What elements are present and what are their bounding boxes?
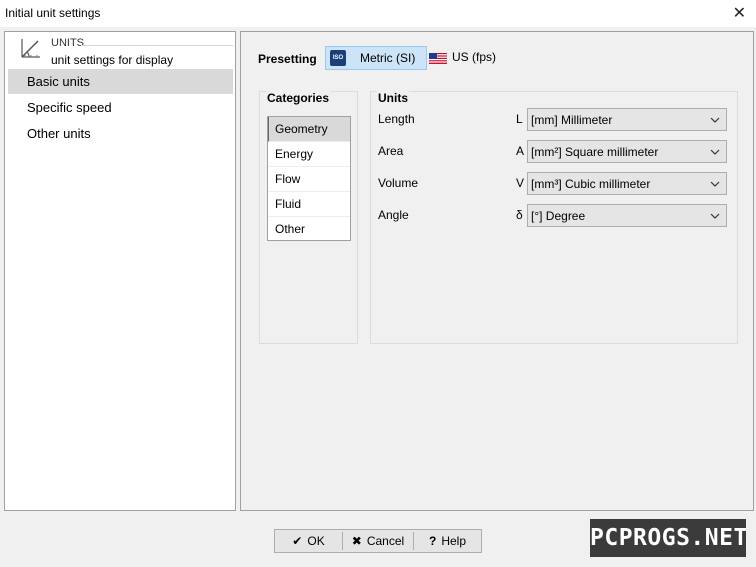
units-title: Units	[377, 91, 409, 105]
unit-symbol: δ	[516, 208, 523, 222]
cancel-button-label: Cancel	[366, 534, 405, 548]
chevron-down-icon	[710, 117, 720, 123]
nav-header: UNITS unit settings for display	[19, 35, 233, 69]
angle-unit-value: [°] Degree	[531, 209, 586, 223]
nav-header-title: UNITS	[51, 37, 84, 49]
cross-icon: ✖	[351, 534, 362, 548]
nav-header-subtitle: unit settings for display	[51, 53, 174, 67]
metric-preset-label: Metric (SI)	[360, 51, 416, 65]
unit-symbol: A	[516, 144, 525, 158]
categories-title: Categories	[266, 91, 331, 105]
title-bar: Initial unit settings ✕	[0, 0, 756, 27]
unit-symbol: L	[516, 112, 523, 126]
chevron-down-icon	[710, 213, 720, 219]
volume-unit-value: [mm³] Cubic millimeter	[531, 177, 651, 191]
cancel-button[interactable]: ✖ Cancel	[343, 530, 413, 552]
unit-label: Angle	[378, 208, 409, 222]
metric-preset-button[interactable]: ISO Metric (SI)	[325, 46, 427, 70]
chevron-down-icon	[710, 181, 720, 187]
help-button-label: Help	[441, 534, 467, 548]
presetting-label: Presetting	[258, 52, 317, 66]
checkmark-icon: ✔	[292, 534, 303, 548]
chevron-down-icon	[710, 149, 720, 155]
nav-item-other-units[interactable]: Other units	[8, 121, 233, 146]
angle-unit-select[interactable]: [°] Degree	[527, 204, 727, 227]
category-fluid[interactable]: Fluid	[268, 192, 350, 217]
unit-row-length: Length L [mm] Millimeter	[371, 108, 731, 132]
volume-unit-select[interactable]: [mm³] Cubic millimeter	[527, 172, 727, 195]
navigation-panel: UNITS unit settings for display Basic un…	[4, 31, 236, 511]
window-title: Initial unit settings	[5, 6, 101, 20]
category-energy[interactable]: Energy	[268, 142, 350, 167]
unit-label: Volume	[378, 176, 419, 190]
nav-header-divider	[81, 45, 233, 46]
unit-label: Length	[378, 112, 415, 126]
us-flag-icon	[429, 53, 447, 64]
dialog-button-bar: ✔ OK ✖ Cancel ? Help	[274, 529, 482, 553]
area-unit-select[interactable]: [mm²] Square millimeter	[527, 140, 727, 163]
units-icon	[21, 39, 40, 58]
category-geometry[interactable]: Geometry	[268, 117, 350, 142]
length-unit-select[interactable]: [mm] Millimeter	[527, 108, 727, 131]
categories-group: Categories Geometry Energy Flow Fluid Ot…	[259, 91, 358, 344]
nav-item-basic-units[interactable]: Basic units	[8, 69, 233, 94]
unit-row-area: Area A [mm²] Square millimeter	[371, 140, 731, 164]
categories-list: Geometry Energy Flow Fluid Other	[267, 116, 351, 242]
ok-button-label: OK	[307, 534, 325, 548]
nav-item-specific-speed[interactable]: Specific speed	[8, 95, 233, 120]
question-icon: ?	[428, 534, 437, 548]
us-preset-label: US (fps)	[452, 50, 497, 64]
length-unit-value: [mm] Millimeter	[531, 113, 613, 127]
unit-label: Area	[378, 144, 404, 158]
units-group: Units Length L [mm] Millimeter Area A [m…	[370, 91, 738, 344]
us-preset-button[interactable]: US (fps)	[429, 46, 499, 70]
area-unit-value: [mm²] Square millimeter	[531, 145, 659, 159]
unit-row-angle: Angle δ [°] Degree	[371, 204, 731, 228]
category-other[interactable]: Other	[268, 217, 350, 242]
iso-icon: ISO	[330, 50, 346, 66]
ok-button[interactable]: ✔ OK	[275, 530, 342, 552]
content-panel: Presetting ISO Metric (SI) US (fps) Cate…	[240, 31, 754, 511]
watermark: PCPROGS.NET	[590, 519, 747, 557]
close-icon[interactable]: ✕	[733, 3, 746, 23]
unit-symbol: V	[516, 176, 525, 190]
category-flow[interactable]: Flow	[268, 167, 350, 192]
unit-row-volume: Volume V [mm³] Cubic millimeter	[371, 172, 731, 196]
help-button[interactable]: ? Help	[414, 530, 481, 552]
